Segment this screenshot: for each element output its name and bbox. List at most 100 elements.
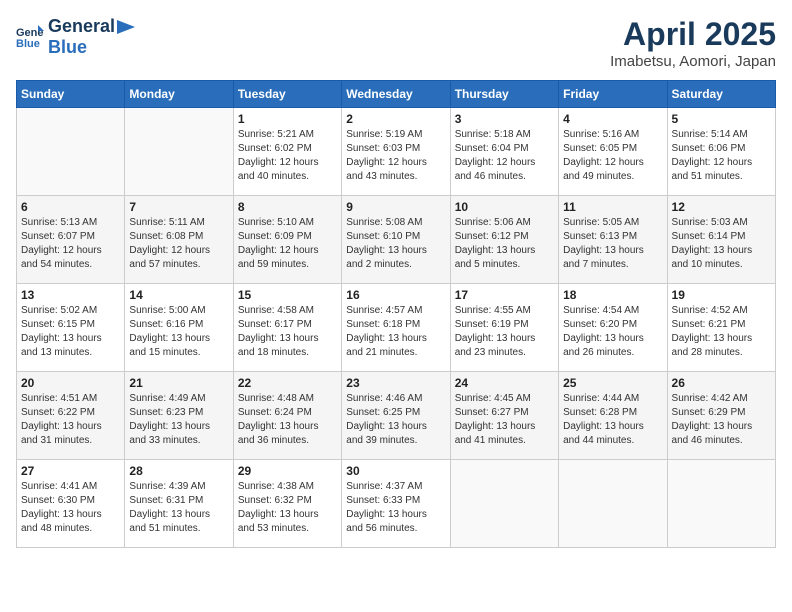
daylight-text: Daylight: 12 hours and 51 minutes. [672, 157, 753, 182]
day-number: 14 [129, 288, 228, 302]
calendar-cell: 7Sunrise: 5:11 AMSunset: 6:08 PMDaylight… [125, 196, 233, 284]
sunset-text: Sunset: 6:22 PM [21, 407, 95, 418]
day-number: 8 [238, 200, 337, 214]
sunrise-text: Sunrise: 5:19 AM [346, 129, 422, 140]
calendar-week-row: 6Sunrise: 5:13 AMSunset: 6:07 PMDaylight… [17, 196, 776, 284]
day-number: 20 [21, 376, 120, 390]
sunset-text: Sunset: 6:09 PM [238, 231, 312, 242]
day-number: 3 [455, 112, 554, 126]
day-number: 1 [238, 112, 337, 126]
page-subtitle: Imabetsu, Aomori, Japan [610, 53, 776, 70]
sunset-text: Sunset: 6:29 PM [672, 407, 746, 418]
calendar-week-row: 27Sunrise: 4:41 AMSunset: 6:30 PMDayligh… [17, 460, 776, 548]
day-info: Sunrise: 4:55 AMSunset: 6:19 PMDaylight:… [455, 304, 554, 360]
sunrise-text: Sunrise: 4:57 AM [346, 305, 422, 316]
logo: General Blue General Blue [16, 16, 137, 58]
calendar-cell [667, 460, 775, 548]
day-info: Sunrise: 4:41 AMSunset: 6:30 PMDaylight:… [21, 480, 120, 536]
day-info: Sunrise: 4:39 AMSunset: 6:31 PMDaylight:… [129, 480, 228, 536]
day-info: Sunrise: 4:45 AMSunset: 6:27 PMDaylight:… [455, 392, 554, 448]
day-info: Sunrise: 5:03 AMSunset: 6:14 PMDaylight:… [672, 216, 771, 272]
day-info: Sunrise: 5:16 AM Sunset: 6:05 PM Daylight:… [563, 128, 662, 184]
calendar-table: SundayMondayTuesdayWednesdayThursdayFrid… [16, 80, 776, 548]
sunrise-text: Sunrise: 5:13 AM [21, 217, 97, 228]
day-number: 11 [563, 200, 662, 214]
day-info: Sunrise: 4:38 AMSunset: 6:32 PMDaylight:… [238, 480, 337, 536]
day-info: Sunrise: 5:11 AMSunset: 6:08 PMDaylight:… [129, 216, 228, 272]
day-info: Sunrise: 4:37 AMSunset: 6:33 PMDaylight:… [346, 480, 445, 536]
day-number: 19 [672, 288, 771, 302]
day-info: Sunrise: 5:00 AMSunset: 6:16 PMDaylight:… [129, 304, 228, 360]
day-number: 21 [129, 376, 228, 390]
daylight-text: Daylight: 12 hours and 40 minutes. [238, 157, 319, 182]
sunrise-text: Sunrise: 5:02 AM [21, 305, 97, 316]
calendar-cell [450, 460, 558, 548]
daylight-text: Daylight: 13 hours and 51 minutes. [129, 509, 210, 534]
calendar-cell: 10Sunrise: 5:06 AMSunset: 6:12 PMDayligh… [450, 196, 558, 284]
day-info: Sunrise: 5:10 AMSunset: 6:09 PMDaylight:… [238, 216, 337, 272]
day-info: Sunrise: 5:21 AMSunset: 6:02 PMDaylight:… [238, 128, 337, 184]
calendar-cell: 15 Sunrise: 4:58 AMSunset: 6:17 PMDayligh… [233, 284, 341, 372]
daylight-text: Daylight: 13 hours and 26 minutes. [563, 333, 644, 358]
calendar-cell: 14 Sunrise: 5:00 AMSunset: 6:16 PMDayligh… [125, 284, 233, 372]
sunrise-text: Sunrise: 4:58 AM [238, 305, 314, 316]
sunrise-text: Sunrise: 5:05 AM [563, 217, 639, 228]
sunset-text: Sunset: 6:28 PM [563, 407, 637, 418]
day-info: Sunrise: 4:48 AMSunset: 6:24 PMDaylight:… [238, 392, 337, 448]
daylight-text: Daylight: 12 hours and 49 minutes. [563, 157, 644, 182]
day-number: 12 [672, 200, 771, 214]
sunset-text: Sunset: 6:20 PM [563, 319, 637, 330]
sunrise-text: Sunrise: 5:11 AM [129, 217, 204, 228]
calendar-cell: 5 Sunrise: 5:14 AMSunset: 6:06 PMDaylight… [667, 108, 775, 196]
daylight-text: Daylight: 12 hours and 59 minutes. [238, 245, 319, 270]
daylight-text: Daylight: 13 hours and 18 minutes. [238, 333, 319, 358]
day-info: Sunrise: 4:46 AMSunset: 6:25 PMDaylight:… [346, 392, 445, 448]
logo-chevron-icon [117, 20, 135, 34]
day-number: 23 [346, 376, 445, 390]
calendar-cell: 17Sunrise: 4:55 AMSunset: 6:19 PMDayligh… [450, 284, 558, 372]
sunrise-text: Sunrise: 4:39 AM [129, 481, 205, 492]
calendar-cell: 16Sunrise: 4:57 AMSunset: 6:18 PMDayligh… [342, 284, 450, 372]
sunset-text: Sunset: 6:03 PM [346, 143, 420, 154]
title-block: April 2025 Imabetsu, Aomori, Japan [610, 16, 776, 70]
sunset-text: Sunset: 6:07 PM [21, 231, 95, 242]
sunset-text: Sunset: 6:18 PM [346, 319, 420, 330]
sunrise-text: Sunrise: 4:49 AM [129, 393, 205, 404]
sunrise-text: Sunrise: 5:21 AM [238, 129, 314, 140]
day-number: 16 [346, 288, 445, 302]
daylight-text: Daylight: 13 hours and 39 minutes. [346, 421, 427, 446]
day-number: 5 [672, 112, 771, 126]
weekday-header-thursday: Thursday [450, 81, 558, 108]
day-info: Sunrise: 5:14 AMSunset: 6:06 PMDaylight:… [672, 128, 771, 184]
daylight-text: Daylight: 13 hours and 10 minutes. [672, 245, 753, 270]
day-number: 29 [238, 464, 337, 478]
daylight-text: Daylight: 13 hours and 15 minutes. [129, 333, 210, 358]
calendar-cell: 29 Sunrise: 4:38 AMSunset: 6:32 PMDayligh… [233, 460, 341, 548]
sunrise-text: Sunrise: 5:03 AM [672, 217, 748, 228]
sunset-text: Sunset: 6:15 PM [21, 319, 95, 330]
sunset-text: Sunset: 6:05 PM [563, 143, 637, 154]
page-header: General Blue General Blue April 2025 Ima… [16, 16, 776, 70]
daylight-text: Daylight: 13 hours and 46 minutes. [672, 421, 753, 446]
day-info: Sunrise: 4:58 AMSunset: 6:17 PMDaylight:… [238, 304, 337, 360]
day-number: 30 [346, 464, 445, 478]
sunset-text: Sunset: 6:10 PM [346, 231, 420, 242]
daylight-text: Daylight: 13 hours and 5 minutes. [455, 245, 536, 270]
calendar-week-row: 20Sunrise: 4:51 AMSunset: 6:22 PMDayligh… [17, 372, 776, 460]
calendar-cell: 22Sunrise: 4:48 AMSunset: 6:24 PMDayligh… [233, 372, 341, 460]
daylight-text: Daylight: 13 hours and 33 minutes. [129, 421, 210, 446]
daylight-text: Daylight: 12 hours and 43 minutes. [346, 157, 427, 182]
sunrise-text: Sunrise: 5:08 AM [346, 217, 422, 228]
day-number: 15 [238, 288, 337, 302]
sunrise-text: Sunrise: 4:44 AM [563, 393, 639, 404]
sunset-text: Sunset: 6:04 PM [455, 143, 529, 154]
day-info: Sunrise: 4:57 AMSunset: 6:18 PMDaylight:… [346, 304, 445, 360]
page-title: April 2025 [610, 16, 776, 53]
weekday-header-wednesday: Wednesday [342, 81, 450, 108]
calendar-cell: 26Sunrise: 4:42 AMSunset: 6:29 PMDayligh… [667, 372, 775, 460]
weekday-header-saturday: Saturday [667, 81, 775, 108]
sunrise-text: Sunrise: 5:16 AM [563, 129, 639, 140]
weekday-header-monday: Monday [125, 81, 233, 108]
logo-icon: General Blue [16, 23, 44, 51]
calendar-cell: 9Sunrise: 5:08 AMSunset: 6:10 PMDaylight… [342, 196, 450, 284]
